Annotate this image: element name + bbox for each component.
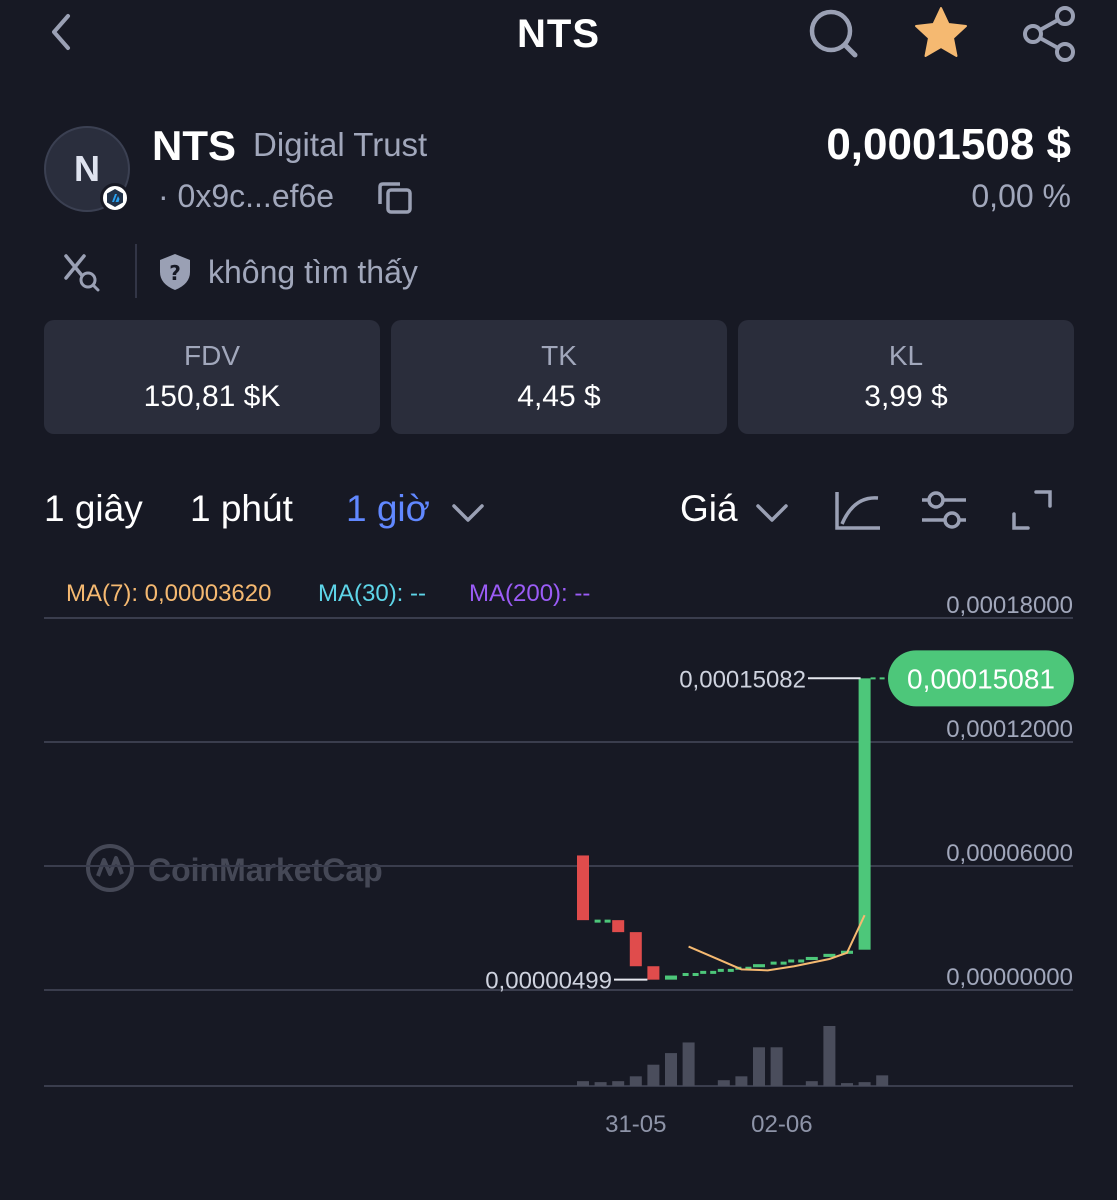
audit-status: không tìm thấy [208,254,418,290]
volume-bar [735,1076,748,1086]
volume-bar [841,1083,853,1086]
timeframe-bar: 1 giây 1 phút 1 giờ Giá [0,480,1117,540]
low-price-label: 0,00000499 [485,968,612,995]
current-price-label: 0,00015081 [907,663,1055,694]
price-mode-select[interactable]: Giá [680,488,738,530]
top-bar: NTS [0,0,1117,70]
volume-bar [770,1047,783,1086]
token-name: Digital Trust [253,126,428,163]
candle [629,932,642,967]
stat-value: 3,99 $ [864,380,948,413]
stat-label: KL [888,340,924,371]
shield-question-icon: ? [156,252,194,292]
candle [647,966,660,980]
volume-bar [577,1081,589,1086]
x-tick-label: 02-06 [751,1111,812,1138]
timeframe-1h[interactable]: 1 giờ [346,488,430,530]
stat-value: 4,45 $ [517,380,601,413]
settings-sliders-icon[interactable] [920,488,968,532]
volume-bar [805,1081,818,1086]
volume-bar [665,1053,677,1086]
stat-card-tk: TK 4,45 $ [391,320,727,434]
stat-value: 150,81 $K [143,380,281,413]
candle [753,964,765,968]
timeframe-1m[interactable]: 1 phút [190,488,293,530]
volume-bar [753,1047,765,1086]
arbitrum-icon [100,183,130,213]
candle [612,920,625,933]
candle [858,678,871,950]
high-price-label: 0,00015082 [679,666,806,693]
x-tick-label: 31-05 [605,1111,666,1138]
y-tick-label: 0,00012000 [946,716,1073,743]
volume-bar [858,1082,871,1086]
volume-bar [823,1026,836,1086]
chevron-down-icon[interactable] [752,492,792,536]
search-icon[interactable] [806,4,862,60]
timeframe-1s[interactable]: 1 giây [44,488,143,530]
y-tick-label: 0,00018000 [946,592,1073,619]
x-search-icon[interactable] [62,252,102,292]
volume-bar [682,1042,695,1086]
line-chart-icon[interactable] [834,488,882,532]
candle [805,956,818,961]
volume-bar [647,1064,660,1086]
candle [577,855,589,921]
svg-text:?: ? [169,261,181,285]
copy-icon[interactable] [376,178,414,216]
price-change: 0,00 % [971,178,1071,214]
volume-bar [612,1081,625,1086]
watermark-text: CoinMarketCap [148,852,383,888]
stat-card-kl: KL 3,99 $ [738,320,1074,434]
candle [665,975,677,980]
stat-label: FDV [184,340,240,371]
volume-bar [717,1080,730,1086]
fullscreen-icon[interactable] [1008,488,1056,532]
stat-label: TK [541,340,577,371]
y-tick-label: 0,00000000 [946,964,1073,991]
volume-bar [629,1076,642,1086]
token-price: 0,0001508 $ [826,120,1071,169]
volume-bar [594,1082,607,1086]
token-symbol: NTS [152,122,236,169]
share-icon[interactable] [1020,4,1076,62]
y-tick-label: 0,00006000 [946,840,1073,867]
audit-row[interactable]: ? không tìm thấy [44,240,644,300]
chevron-down-icon[interactable] [448,492,488,536]
coinmarketcap-watermark: CoinMarketCap [86,844,383,892]
stat-card-fdv: FDV 150,81 $K [44,320,380,434]
star-icon[interactable] [912,4,968,60]
volume-bar [876,1075,889,1086]
price-chart[interactable]: CoinMarketCap 0,00018000 0,00012000 0,0000… [0,560,1117,1180]
contract-address[interactable]: · 0x9c...ef6e [158,178,334,215]
divider [135,244,137,298]
